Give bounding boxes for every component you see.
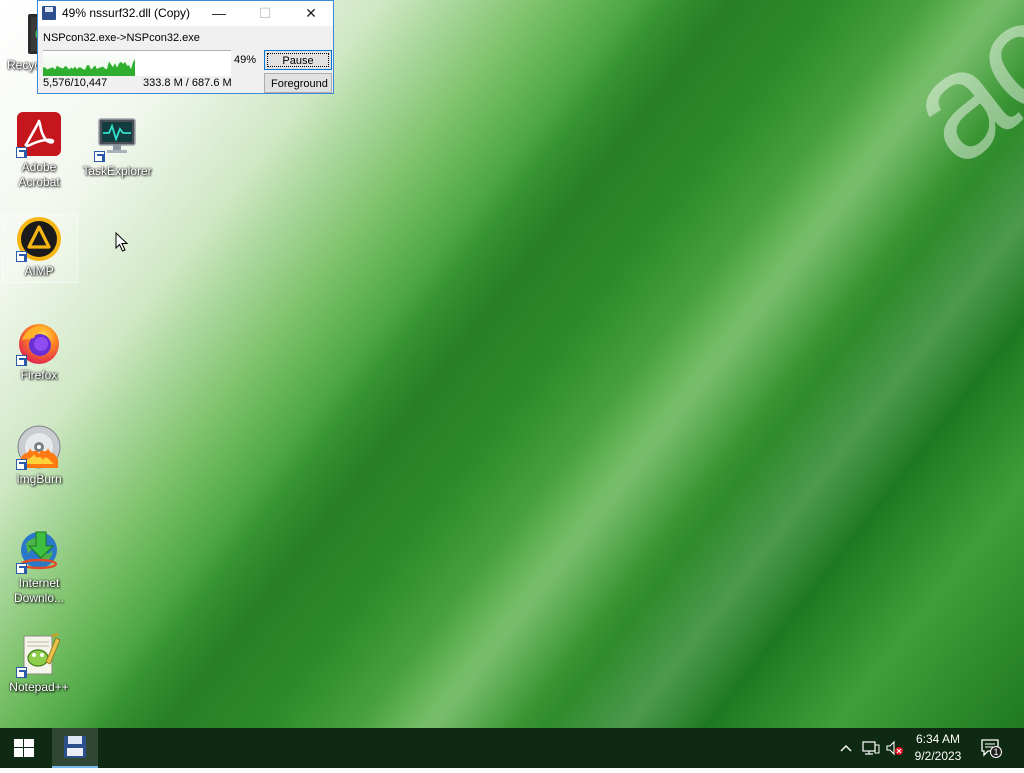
shortcut-arrow-icon	[16, 147, 27, 158]
desktop-icon-label: Internet Downlo...	[13, 576, 65, 605]
volume-muted-icon[interactable]	[886, 740, 903, 756]
transfer-size: 333.8 M / 687.6 M	[143, 77, 232, 89]
transfer-source-destination: NSPcon32.exe->NSPcon32.exe	[43, 32, 200, 44]
pause-button[interactable]: Pause	[264, 50, 332, 70]
close-button[interactable]: ✕	[288, 1, 334, 26]
desktop-icon-notepadpp[interactable]: Notepad++	[1, 632, 77, 695]
desktop-icon-adobe-acrobat[interactable]: Adobe Acrobat	[1, 112, 77, 190]
shortcut-arrow-icon	[16, 355, 27, 366]
shortcut-arrow-icon	[16, 459, 27, 470]
windows-logo-icon	[14, 739, 34, 757]
taskbar-clock[interactable]: 6:34 AM 9/2/2023	[906, 731, 970, 765]
aimp-icon	[16, 216, 62, 262]
file-count: 5,576/10,447	[43, 77, 108, 89]
shortcut-arrow-icon	[94, 151, 105, 162]
mouse-cursor-icon	[115, 231, 129, 257]
progress-percent: 49%	[234, 54, 257, 66]
maximize-button[interactable]: ☐	[242, 1, 288, 26]
floppy-disk-icon	[64, 736, 86, 758]
taskbar-copy-app[interactable]	[52, 728, 98, 768]
dialog-title-bar[interactable]: 49% nssurf32.dll (Copy) — ☐ ✕	[38, 1, 333, 26]
adobe-acrobat-icon	[16, 112, 62, 158]
action-center-button[interactable]: 1	[980, 738, 1002, 758]
clock-time: 6:34 AM	[915, 732, 961, 746]
shortcut-arrow-icon	[16, 563, 27, 574]
task-explorer-icon	[94, 116, 140, 162]
desktop-icon-label: TaskExplorer	[82, 164, 152, 178]
speed-graph-bars	[43, 59, 135, 76]
imgburn-icon	[16, 424, 62, 470]
shortcut-arrow-icon	[16, 251, 27, 262]
notification-count: 1	[993, 747, 999, 757]
show-hidden-icons-chevron-icon[interactable]	[838, 740, 854, 756]
foreground-button[interactable]: Foreground	[264, 73, 332, 93]
dialog-title: 49% nssurf32.dll (Copy)	[62, 6, 191, 20]
desktop-icon-label: Firefox	[20, 368, 58, 382]
network-icon[interactable]	[862, 740, 880, 756]
transfer-speed-graph	[43, 50, 231, 76]
floppy-disk-icon	[42, 6, 56, 20]
desktop-icon-label: AIMP	[24, 264, 54, 278]
desktop-icon-label: Notepad++	[9, 680, 69, 694]
taskbar: 6:34 AM 9/2/2023 1	[0, 728, 1024, 768]
desktop-icon-label: ImgBurn	[16, 472, 62, 486]
internet-download-manager-icon	[16, 528, 62, 574]
notepadpp-icon	[16, 632, 62, 678]
start-button[interactable]	[0, 728, 48, 768]
shortcut-arrow-icon	[16, 667, 27, 678]
desktop-icon-imgburn[interactable]: ImgBurn	[1, 424, 77, 487]
desktop-icon-taskexplorer[interactable]: TaskExplorer	[79, 116, 155, 179]
desktop-icon-label: Adobe Acrobat	[18, 160, 60, 189]
desktop-icon-firefox[interactable]: Firefox	[1, 320, 77, 383]
firefox-icon	[16, 320, 62, 366]
clock-date: 9/2/2023	[914, 749, 962, 763]
desktop-icon-aimp[interactable]: AIMP	[1, 216, 77, 279]
copy-progress-dialog[interactable]: 49% nssurf32.dll (Copy) — ☐ ✕ NSPcon32.e…	[37, 0, 334, 94]
wallpaper-logo: ace	[874, 0, 1024, 196]
desktop: ace Recycle Adobe Acrobat TaskExplorer A…	[0, 0, 1024, 728]
desktop-icon-internet-download-manager[interactable]: Internet Downlo...	[1, 528, 77, 606]
minimize-button[interactable]: —	[196, 1, 242, 26]
